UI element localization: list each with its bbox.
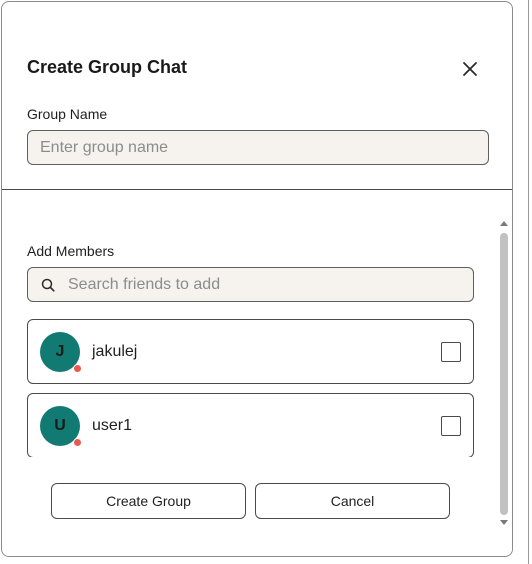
- scroll-up-arrow-icon[interactable]: [499, 218, 509, 228]
- close-icon: [463, 62, 477, 76]
- member-list-item[interactable]: U user1: [27, 393, 474, 458]
- cancel-button[interactable]: Cancel: [255, 483, 450, 519]
- group-name-label: Group Name: [27, 106, 108, 122]
- create-group-button[interactable]: Create Group: [51, 483, 246, 519]
- member-name: jakulej: [92, 343, 138, 360]
- vertical-scrollbar[interactable]: [497, 215, 511, 531]
- add-members-label: Add Members: [27, 243, 115, 259]
- scrollbar-thumb[interactable]: [500, 233, 508, 515]
- dialog-title: Create Group Chat: [27, 57, 188, 77]
- member-search-input[interactable]: [68, 275, 458, 294]
- close-button[interactable]: [457, 57, 483, 81]
- search-icon: [28, 268, 68, 301]
- group-name-input[interactable]: [27, 130, 489, 165]
- create-group-dialog: Create Group Chat Group Name Add Members…: [1, 1, 513, 557]
- scroll-down-arrow-icon[interactable]: [499, 518, 509, 528]
- member-select-checkbox[interactable]: [441, 342, 461, 362]
- member-search-box[interactable]: [27, 267, 474, 302]
- member-select-checkbox[interactable]: [441, 416, 461, 436]
- section-divider: [2, 189, 512, 190]
- member-name: user1: [92, 417, 133, 434]
- window-edge: [528, 0, 532, 564]
- members-scroll-area[interactable]: Add Members J jakulej U user1 Create Gro…: [2, 191, 512, 556]
- member-list-item[interactable]: J jakulej: [27, 319, 474, 384]
- status-dot: [73, 438, 82, 447]
- status-dot: [73, 364, 82, 373]
